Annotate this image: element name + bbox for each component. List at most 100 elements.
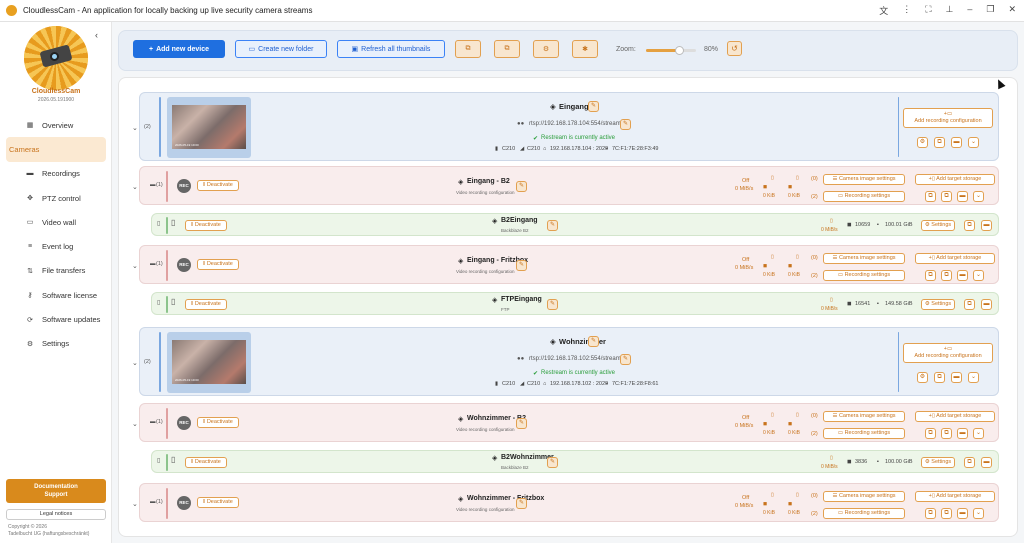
documentation-support-button[interactable]: Documentation Support (6, 479, 106, 503)
close-button[interactable]: ✕ (1008, 4, 1016, 17)
copy-alt-button[interactable]: ⧉ (941, 191, 952, 202)
recording-settings-button[interactable]: ▭ Recording settings (823, 270, 905, 281)
chevron-down-button[interactable]: ⌄ (973, 191, 984, 202)
chevron-down-button[interactable]: ⌄ (973, 508, 984, 519)
sidebar-item-ptz-control[interactable]: ✥ PTZ control (6, 186, 106, 210)
chevron-down-button[interactable]: ⌄ (968, 372, 979, 383)
edit-url-button[interactable]: ✎ (620, 354, 631, 365)
sidebar-item-recordings[interactable]: ▬ Recordings (6, 162, 106, 186)
recording-settings-button[interactable]: ▭ Recording settings (823, 191, 905, 202)
more-icon[interactable]: ⋮ (902, 4, 911, 17)
camera-image-settings-button[interactable]: ☰ Camera image settings (823, 491, 905, 502)
add-target-storage-button[interactable]: +▯ Add target storage (915, 253, 995, 264)
chevron-down-button[interactable]: ⌄ (973, 428, 984, 439)
settings-alt-button[interactable]: ✱ (572, 40, 598, 58)
sidebar-item-software-license[interactable]: ⚷ Software license (6, 283, 106, 307)
edit-recording-button[interactable]: ✎ (516, 418, 527, 429)
delete-button[interactable]: ▬ (957, 508, 968, 519)
camera-thumbnail[interactable]: 2026-05-19 19:00 (167, 97, 251, 158)
translate-icon[interactable]: 文 (879, 4, 888, 17)
legal-notices-button[interactable]: Legal notices (6, 509, 106, 520)
edit-recording-button[interactable]: ✎ (516, 181, 527, 192)
expand-chevron-icon[interactable]: ⌄ (132, 420, 138, 428)
delete-button[interactable]: ▬ (957, 428, 968, 439)
copy-button[interactable]: ⧉ (925, 508, 936, 519)
edit-name-button[interactable]: ✎ (588, 336, 599, 347)
copy-button[interactable]: ⧉ (934, 372, 945, 383)
edit-target-button[interactable]: ✎ (547, 299, 558, 310)
settings-button[interactable]: ⚙ (533, 40, 559, 58)
deactivate-target-button[interactable]: ‖ Deactivate (185, 220, 227, 231)
copy-alt-button[interactable]: ⧉ (941, 508, 952, 519)
paste-button[interactable]: ⧉ (494, 40, 520, 58)
add-new-device-button[interactable]: + Add new device (133, 40, 225, 58)
expand-chevron-icon[interactable]: ⌄ (132, 262, 138, 270)
sidebar-item-file-transfers[interactable]: ⇅ File transfers (6, 259, 106, 283)
copy-button[interactable]: ⧉ (964, 220, 975, 231)
edit-url-button[interactable]: ✎ (620, 119, 631, 130)
add-target-storage-button[interactable]: +▯ Add target storage (915, 174, 995, 185)
delete-button[interactable]: ▬ (957, 270, 968, 281)
maximize-button[interactable]: ❐ (986, 4, 994, 17)
copy-alt-button[interactable]: ⧉ (941, 428, 952, 439)
deactivate-button[interactable]: ‖ Deactivate (197, 180, 239, 191)
delete-button[interactable]: ▬ (951, 372, 962, 383)
copy-button[interactable]: ⧉ (455, 40, 481, 58)
create-new-folder-button[interactable]: ▭ Create new folder (235, 40, 327, 58)
gear-button[interactable]: ⚙ (917, 137, 928, 148)
delete-button[interactable]: ▬ (981, 220, 992, 231)
sidebar-item-event-log[interactable]: ≡ Event log (6, 234, 106, 258)
copy-button[interactable]: ⧉ (925, 428, 936, 439)
sidebar-item-overview[interactable]: ▦ Overview (6, 113, 106, 137)
camera-image-settings-button[interactable]: ☰ Camera image settings (823, 411, 905, 422)
zoom-slider-handle[interactable] (674, 46, 684, 55)
sidebar-item-settings[interactable]: ⚙ Settings (6, 332, 106, 356)
camera-image-settings-button[interactable]: ☰ Camera image settings (823, 253, 905, 264)
edit-target-button[interactable]: ✎ (547, 457, 558, 468)
deactivate-target-button[interactable]: ‖ Deactivate (185, 457, 227, 468)
deactivate-button[interactable]: ‖ Deactivate (197, 417, 239, 428)
collapse-sidebar-icon[interactable]: ‹ (95, 30, 98, 40)
minimize-button[interactable]: – (967, 4, 972, 17)
reset-zoom-button[interactable]: ↺ (727, 41, 742, 56)
target-settings-button[interactable]: ⚙ Settings (921, 220, 955, 231)
gear-button[interactable]: ⚙ (917, 372, 928, 383)
copy-button[interactable]: ⧉ (964, 457, 975, 468)
delete-button[interactable]: ▬ (957, 191, 968, 202)
copy-button[interactable]: ⧉ (925, 191, 936, 202)
sidebar-item-software-updates[interactable]: ⟳ Software updates (6, 307, 106, 331)
camera-image-settings-button[interactable]: ☰ Camera image settings (823, 174, 905, 185)
edit-recording-button[interactable]: ✎ (516, 498, 527, 509)
target-settings-button[interactable]: ⚙ Settings (921, 299, 955, 310)
camera-thumbnail[interactable]: 2026-05-19 19:00 (167, 332, 251, 393)
add-recording-config-button[interactable]: +▭ Add recording configuration (903, 108, 993, 128)
delete-button[interactable]: ▬ (981, 299, 992, 310)
fullscreen-icon[interactable]: ⛶ (925, 4, 931, 17)
recording-settings-button[interactable]: ▭ Recording settings (823, 508, 905, 519)
expand-chevron-icon[interactable]: ⌄ (132, 183, 138, 191)
deactivate-target-button[interactable]: ‖ Deactivate (185, 299, 227, 310)
copy-alt-button[interactable]: ⧉ (941, 270, 952, 281)
deactivate-button[interactable]: ‖ Deactivate (197, 497, 239, 508)
delete-button[interactable]: ▬ (981, 457, 992, 468)
edit-recording-button[interactable]: ✎ (516, 260, 527, 271)
expand-chevron-icon[interactable]: ⌄ (132, 500, 138, 508)
add-target-storage-button[interactable]: +▯ Add target storage (915, 491, 995, 502)
edit-name-button[interactable]: ✎ (588, 101, 599, 112)
pin-icon[interactable]: ⊥ (946, 4, 954, 17)
zoom-slider[interactable] (646, 46, 696, 55)
deactivate-button[interactable]: ‖ Deactivate (197, 259, 239, 270)
add-recording-config-button[interactable]: +▭ Add recording configuration (903, 343, 993, 363)
expand-chevron-icon[interactable]: ⌄ (132, 359, 138, 367)
add-target-storage-button[interactable]: +▯ Add target storage (915, 411, 995, 422)
copy-button[interactable]: ⧉ (934, 137, 945, 148)
copy-button[interactable]: ⧉ (964, 299, 975, 310)
edit-target-button[interactable]: ✎ (547, 220, 558, 231)
chevron-down-button[interactable]: ⌄ (973, 270, 984, 281)
copy-button[interactable]: ⧉ (925, 270, 936, 281)
target-settings-button[interactable]: ⚙ Settings (921, 457, 955, 468)
expand-chevron-icon[interactable]: ⌄ (132, 124, 138, 132)
refresh-thumbnails-button[interactable]: ▣ Refresh all thumbnails (337, 40, 445, 58)
delete-button[interactable]: ▬ (951, 137, 962, 148)
chevron-down-button[interactable]: ⌄ (968, 137, 979, 148)
